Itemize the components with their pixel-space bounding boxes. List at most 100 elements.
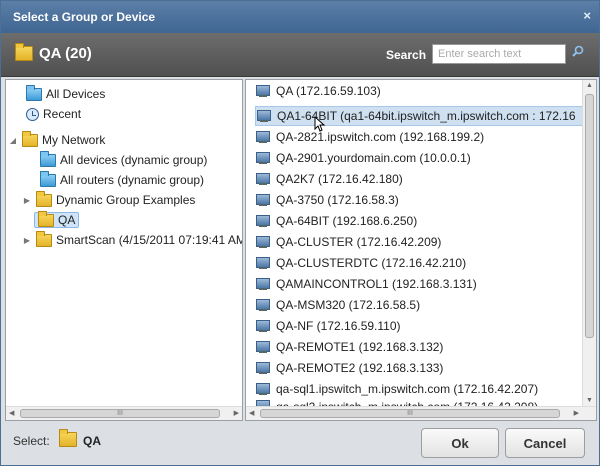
mouse-cursor-icon xyxy=(314,115,326,135)
device-label: QA-REMOTE2 (192.168.3.133) xyxy=(276,361,444,375)
device-label: QA-CLUSTERDTC (172.16.42.210) xyxy=(276,256,467,270)
tree-item-recent[interactable]: Recent xyxy=(26,104,81,124)
scroll-right-arrow-icon[interactable]: ▶ xyxy=(234,409,239,417)
folder-icon xyxy=(22,130,38,147)
computer-icon xyxy=(256,172,270,186)
group-tree-pane[interactable]: All Devices Recent ◢ My Network All devi… xyxy=(5,79,243,421)
scroll-left-arrow-icon[interactable]: ◀ xyxy=(249,409,254,417)
device-list-item[interactable]: QA (172.16.59.103) xyxy=(256,81,381,101)
device-label: QA-NF (172.16.59.110) xyxy=(276,319,401,333)
tree-item-qa[interactable]: QA xyxy=(34,210,80,230)
select-group-dialog: Select a Group or Device × QA (20) Searc… xyxy=(0,0,600,466)
device-list-horizontal-scrollbar[interactable]: ◀ III ▶ xyxy=(246,406,596,420)
selection-label: Select: xyxy=(13,434,50,448)
clock-icon xyxy=(26,107,39,121)
device-list-item[interactable]: QA-CLUSTERDTC (172.16.42.210) xyxy=(256,253,466,273)
device-list-item[interactable]: QA-64BIT (192.168.6.250) xyxy=(256,211,417,231)
device-label: QA-3750 (172.16.58.3) xyxy=(276,193,399,207)
device-list-item[interactable]: QA-REMOTE2 (192.168.3.133) xyxy=(256,358,443,378)
computer-icon xyxy=(256,277,270,291)
device-label: QA-64BIT (192.168.6.250) xyxy=(276,214,418,228)
computer-icon xyxy=(256,298,270,312)
computer-icon xyxy=(256,151,270,165)
cancel-button[interactable]: Cancel xyxy=(505,428,585,458)
folder-icon xyxy=(26,84,42,101)
device-list-item[interactable]: QAMAINCONTROL1 (192.168.3.131) xyxy=(256,274,477,294)
folder-icon xyxy=(36,190,52,207)
scrollbar-thumb[interactable] xyxy=(585,94,594,338)
device-label: QA-MSM320 (172.16.58.5) xyxy=(276,298,421,312)
folder-icon xyxy=(40,170,56,187)
tree-item-label: All Devices xyxy=(46,87,106,101)
tree-item-dynamic-group-examples[interactable]: ▶ Dynamic Group Examples xyxy=(22,190,195,210)
device-list-item[interactable]: QA2K7 (172.16.42.180) xyxy=(256,169,403,189)
device-list-item[interactable]: QA-MSM320 (172.16.58.5) xyxy=(256,295,420,315)
scroll-left-arrow-icon[interactable]: ◀ xyxy=(9,409,14,417)
group-title-label: QA (20) xyxy=(39,45,92,62)
device-label: QA-REMOTE1 (192.168.3.132) xyxy=(276,340,444,354)
device-list-item[interactable]: QA-NF (172.16.59.110) xyxy=(256,316,401,336)
device-label: QAMAINCONTROL1 (192.168.3.131) xyxy=(276,277,477,291)
tree-horizontal-scrollbar[interactable]: ◀ III ▶ xyxy=(6,406,242,420)
device-label: QA (172.16.59.103) xyxy=(276,84,381,98)
device-list-item[interactable]: QA-3750 (172.16.58.3) xyxy=(256,190,399,210)
tree-item-label: SmartScan (4/15/2011 07:19:41 AM xyxy=(56,233,243,247)
folder-icon xyxy=(40,150,56,167)
dialog-title: Select a Group or Device xyxy=(13,10,156,24)
device-label: QA-2901.yourdomain.com (10.0.0.1) xyxy=(276,151,471,165)
scroll-right-arrow-icon[interactable]: ▶ xyxy=(574,409,579,417)
expand-arrow-icon[interactable]: ▶ xyxy=(22,236,32,245)
search-label: Search xyxy=(386,48,427,62)
folder-icon xyxy=(36,230,52,247)
device-label: QA-CLUSTER (172.16.42.209) xyxy=(276,235,442,249)
search-icon[interactable] xyxy=(572,45,584,60)
tree-item-label: QA xyxy=(58,213,76,227)
selection-value: QA xyxy=(83,434,101,448)
tree-item-all-devices-dynamic[interactable]: All devices (dynamic group) xyxy=(40,150,207,170)
ok-button[interactable]: Ok xyxy=(421,428,499,458)
device-list-item[interactable]: QA-REMOTE1 (192.168.3.132) xyxy=(256,337,443,357)
device-label: QA-2821.ipswitch.com (192.168.199.2) xyxy=(276,130,485,144)
computer-icon xyxy=(256,193,270,207)
folder-icon xyxy=(15,43,33,61)
selected-node: QA xyxy=(34,210,80,228)
device-list-vertical-scrollbar[interactable]: ▲ ▼ xyxy=(582,80,596,406)
device-list-item[interactable]: QA-2901.yourdomain.com (10.0.0.1) xyxy=(256,148,471,168)
scroll-up-arrow-icon[interactable]: ▲ xyxy=(586,82,593,89)
search-input[interactable] xyxy=(432,44,566,64)
tree-item-all-devices[interactable]: All Devices xyxy=(26,84,105,104)
device-list-item[interactable]: QA1-64BIT (qa1-64bit.ipswitch_m.ipswitch… xyxy=(255,106,596,126)
scroll-down-arrow-icon[interactable]: ▼ xyxy=(586,397,593,404)
computer-icon xyxy=(257,109,271,123)
folder-icon xyxy=(59,429,77,447)
tree-item-label: My Network xyxy=(42,133,106,147)
tree-item-label: Recent xyxy=(43,107,82,121)
scrollbar-thumb[interactable]: III xyxy=(260,409,560,418)
tree-item-my-network[interactable]: ◢ My Network xyxy=(8,130,105,150)
computer-icon xyxy=(256,319,270,333)
tree-item-all-routers-dynamic[interactable]: All routers (dynamic group) xyxy=(40,170,204,190)
tree-item-label: All devices (dynamic group) xyxy=(60,153,208,167)
current-group-title: QA (20) xyxy=(15,43,92,62)
folder-icon xyxy=(38,210,54,227)
device-list-item[interactable]: QA-2821.ipswitch.com (192.168.199.2) xyxy=(256,127,484,147)
computer-icon xyxy=(256,382,270,396)
collapse-arrow-icon[interactable]: ◢ xyxy=(8,136,18,145)
scrollbar-thumb[interactable]: III xyxy=(20,409,220,418)
computer-icon xyxy=(256,130,270,144)
device-label: qa-sql1.ipswitch_m.ipswitch.com (172.16.… xyxy=(276,382,539,396)
dialog-footer: Select: QA Ok Cancel xyxy=(1,423,599,465)
device-label: QA2K7 (172.16.42.180) xyxy=(276,172,403,186)
expand-arrow-icon[interactable]: ▶ xyxy=(22,196,32,205)
tree-item-label: All routers (dynamic group) xyxy=(60,173,205,187)
device-list-item[interactable]: qa-sql1.ipswitch_m.ipswitch.com (172.16.… xyxy=(256,379,538,399)
computer-icon xyxy=(256,235,270,249)
group-header: QA (20) Search xyxy=(1,33,599,77)
device-list-pane[interactable]: QA (172.16.59.103) QA1-64BIT (qa1-64bit.… xyxy=(245,79,597,421)
dialog-titlebar: Select a Group or Device × xyxy=(1,1,599,33)
tree-item-smartscan[interactable]: ▶ SmartScan (4/15/2011 07:19:41 AM xyxy=(22,230,243,250)
computer-icon xyxy=(256,84,270,98)
device-list-item[interactable]: QA-CLUSTER (172.16.42.209) xyxy=(256,232,441,252)
close-icon[interactable]: × xyxy=(583,8,591,23)
computer-icon xyxy=(256,214,270,228)
